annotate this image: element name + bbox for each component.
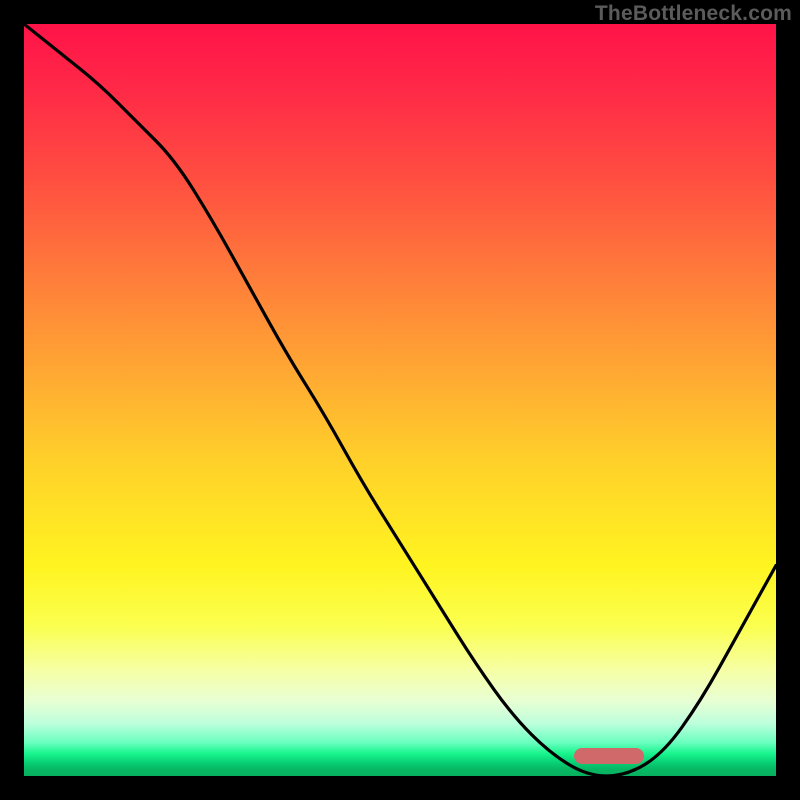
chart-frame: TheBottleneck.com bbox=[0, 0, 800, 800]
attribution-label: TheBottleneck.com bbox=[595, 2, 792, 26]
bottleneck-curve bbox=[24, 24, 776, 776]
plot-area bbox=[24, 24, 776, 776]
optimal-range-bar bbox=[574, 748, 645, 764]
